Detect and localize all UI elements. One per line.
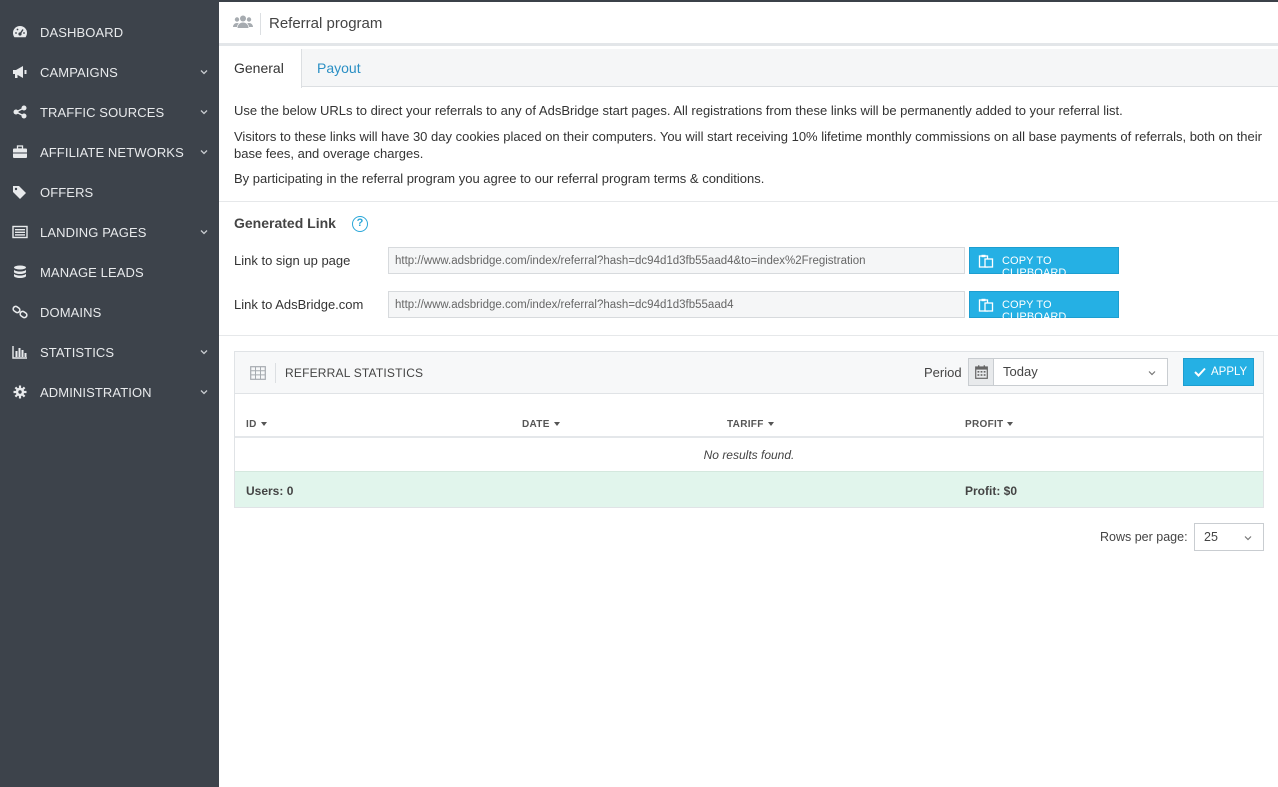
referral-statistics-panel: REFERRAL STATISTICS Period Today APPLY I… (234, 351, 1264, 508)
sidebar-item-domains[interactable]: DOMAINS (0, 292, 219, 332)
rows-per-page-select[interactable]: 25 (1194, 523, 1264, 551)
chevron-down-icon (200, 230, 208, 235)
sidebar-item-label: LANDING PAGES (40, 225, 147, 240)
bar-chart-icon (12, 344, 28, 360)
sidebar-item-label: DASHBOARD (40, 25, 124, 40)
column-header-label: TARIFF (727, 419, 764, 430)
intro-paragraph-3: By participating in the referral program… (234, 171, 765, 186)
sidebar-item-label: TRAFFIC SOURCES (40, 105, 165, 120)
copy-button-label: COPY TO CLIPBOARD (1002, 255, 1067, 279)
sidebar-item-label: ADMINISTRATION (40, 385, 152, 400)
sidebar-item-statistics[interactable]: STATISTICS (0, 332, 219, 372)
sort-caret-icon (767, 422, 774, 426)
dashboard-icon (12, 24, 28, 40)
section-divider (219, 335, 1278, 336)
period-selected-value: Today (1003, 364, 1038, 379)
tab-general[interactable]: General (219, 49, 302, 88)
chevron-down-icon (200, 70, 208, 75)
apply-button-label: APPLY (1211, 366, 1248, 378)
sidebar-item-label: STATISTICS (40, 345, 115, 360)
calendar-icon (975, 365, 988, 379)
section-divider (219, 201, 1278, 202)
sidebar-item-offers[interactable]: OFFERS (0, 172, 219, 212)
stats-panel-header: REFERRAL STATISTICS Period Today APPLY (235, 352, 1263, 394)
briefcase-icon (12, 144, 28, 160)
generated-link-title: Generated Link (234, 215, 336, 231)
users-icon (233, 15, 253, 28)
column-header-label: ID (246, 419, 257, 430)
gear-icon (12, 384, 28, 400)
sidebar-item-label: CAMPAIGNS (40, 65, 118, 80)
sidebar-item-manage-leads[interactable]: MANAGE LEADS (0, 252, 219, 292)
help-icon[interactable]: ? (352, 216, 368, 232)
period-label: Period (924, 365, 962, 380)
sidebar-item-landing-pages[interactable]: LANDING PAGES (0, 212, 219, 252)
share-icon (12, 104, 28, 120)
bullhorn-icon (12, 64, 28, 80)
chevron-down-icon (1244, 536, 1252, 541)
header-separator (260, 13, 261, 35)
column-header-profit[interactable]: PROFIT (965, 419, 1014, 430)
tab-payout[interactable]: Payout (302, 49, 376, 87)
rows-per-page-value: 25 (1204, 530, 1218, 544)
tab-bar: General Payout (219, 49, 1278, 88)
apply-button[interactable]: APPLY (1183, 358, 1254, 386)
sidebar-item-affiliate-networks[interactable]: AFFILIATE NETWORKS (0, 132, 219, 172)
sort-caret-icon (1007, 422, 1014, 426)
copy-signup-link-button[interactable]: COPY TO CLIPBOARD (969, 247, 1119, 279)
chevron-down-icon (200, 110, 208, 115)
check-icon (1194, 367, 1206, 377)
intro-paragraph-1: Use the below URLs to direct your referr… (234, 103, 1123, 118)
users-total: Users: 0 (246, 484, 294, 498)
signup-link-field[interactable] (388, 247, 965, 274)
site-link-label: Link to AdsBridge.com (234, 297, 364, 312)
page-header: Referral program (219, 2, 1278, 46)
clipboard-icon (978, 254, 994, 268)
empty-table-message: No results found. (703, 448, 795, 462)
sidebar-item-label: AFFILIATE NETWORKS (40, 145, 184, 160)
copy-site-link-button[interactable]: COPY TO CLIPBOARD (969, 291, 1119, 323)
sidebar-item-label: OFFERS (40, 185, 94, 200)
column-header-date[interactable]: DATE (522, 419, 560, 430)
list-icon (12, 224, 28, 240)
rows-per-page-label: Rows per page: (1100, 530, 1188, 544)
header-separator (275, 363, 276, 383)
site-link-field[interactable] (388, 291, 965, 318)
sidebar-item-label: MANAGE LEADS (40, 265, 144, 280)
tags-icon (12, 184, 28, 200)
sort-caret-icon (260, 422, 267, 426)
sidebar-item-administration[interactable]: ADMINISTRATION (0, 372, 219, 412)
column-header-tariff[interactable]: TARIFF (727, 419, 774, 430)
chevron-down-icon (1148, 371, 1156, 376)
link-icon (12, 304, 28, 320)
sort-caret-icon (553, 422, 560, 426)
database-icon (12, 264, 28, 280)
signup-link-label: Link to sign up page (234, 253, 351, 268)
stats-table-header: ID DATE TARIFF PROFIT (235, 395, 1263, 438)
stats-table-footer: Users: 0 Profit: $0 (235, 471, 1263, 507)
stats-title: REFERRAL STATISTICS (285, 366, 424, 380)
sidebar-item-dashboard[interactable]: DASHBOARD (0, 12, 219, 52)
chevron-down-icon (200, 150, 208, 155)
chevron-down-icon (200, 350, 208, 355)
period-calendar-addon[interactable] (968, 358, 994, 386)
column-header-id[interactable]: ID (246, 419, 267, 430)
intro-paragraph-2: Visitors to these links will have 30 day… (234, 129, 1262, 161)
column-header-label: PROFIT (965, 419, 1004, 430)
chevron-down-icon (200, 390, 208, 395)
sidebar-item-label: DOMAINS (40, 305, 102, 320)
sidebar: DASHBOARD CAMPAIGNS TRAFFIC SOURCES AFFI… (0, 0, 219, 787)
period-select[interactable]: Today (993, 358, 1168, 386)
page-title: Referral program (269, 15, 383, 32)
copy-button-label: COPY TO CLIPBOARD (1002, 299, 1067, 323)
profit-total: Profit: $0 (965, 484, 1018, 498)
clipboard-icon (978, 298, 994, 312)
sidebar-item-campaigns[interactable]: CAMPAIGNS (0, 52, 219, 92)
sidebar-item-traffic-sources[interactable]: TRAFFIC SOURCES (0, 92, 219, 132)
table-icon (250, 366, 266, 380)
column-header-label: DATE (522, 419, 550, 430)
